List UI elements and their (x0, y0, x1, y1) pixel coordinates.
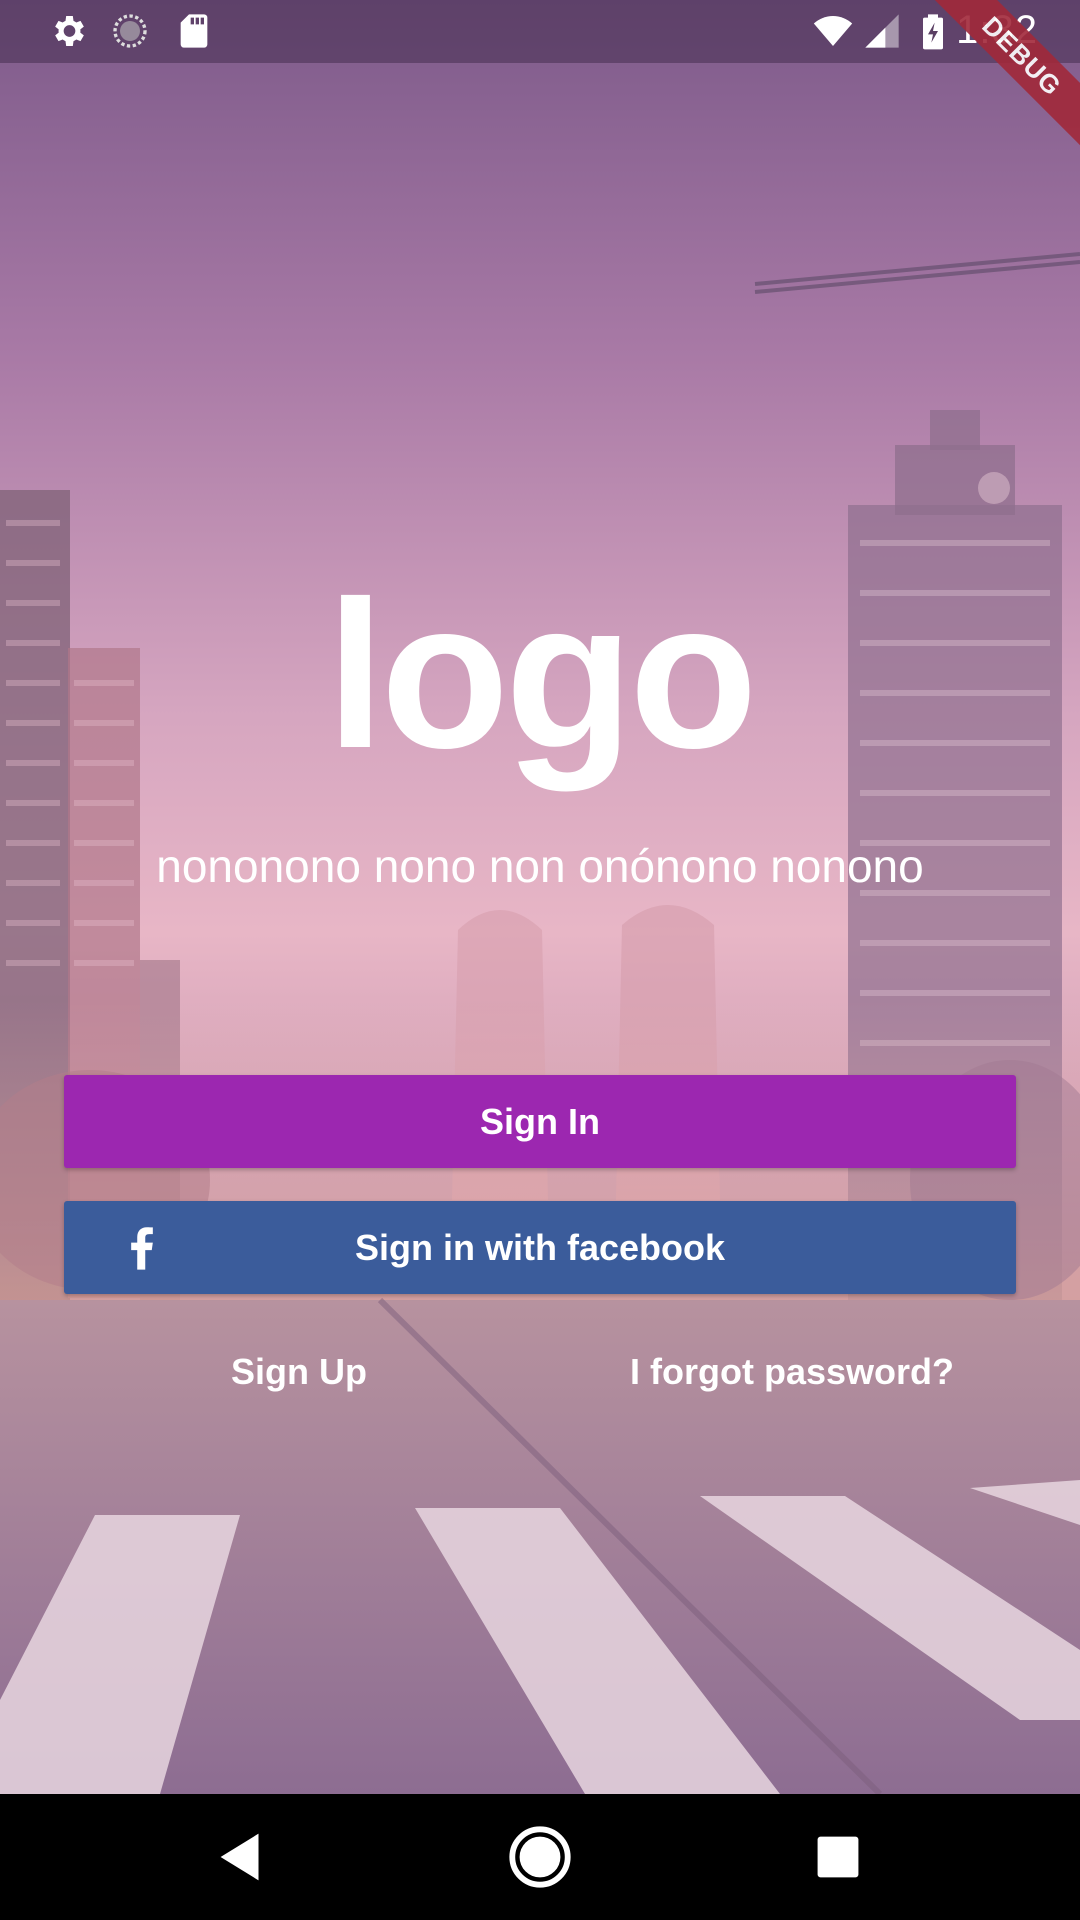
app-logo: logo (326, 557, 757, 792)
forgot-password-link[interactable]: I forgot password? (630, 1350, 954, 1394)
signal-icon (865, 14, 899, 48)
battery-charging-icon (923, 14, 943, 50)
navigation-bar (0, 1794, 1080, 1920)
facebook-sign-in-button[interactable]: Sign in with facebook (64, 1201, 1016, 1294)
sign-in-button-label: Sign In (480, 1100, 600, 1142)
sd-card-icon (180, 14, 208, 48)
home-icon[interactable] (505, 1822, 575, 1892)
recents-icon[interactable] (803, 1822, 873, 1892)
city-street-illustration (0, 252, 1080, 1794)
sign-in-button[interactable]: Sign In (64, 1075, 1016, 1168)
sync-circle-icon (113, 14, 147, 48)
facebook-icon (131, 1227, 153, 1270)
gear-icon (55, 16, 84, 46)
back-icon[interactable] (206, 1822, 276, 1892)
background-image (0, 0, 1080, 1794)
tagline: nononono nono non onónono nonono (156, 840, 924, 892)
status-bar: 1:32 DEBUG (0, 0, 1080, 150)
facebook-button-label: Sign in with facebook (354, 1226, 726, 1268)
sign-up-link[interactable]: Sign Up (231, 1350, 367, 1394)
wifi-icon (813, 16, 853, 46)
